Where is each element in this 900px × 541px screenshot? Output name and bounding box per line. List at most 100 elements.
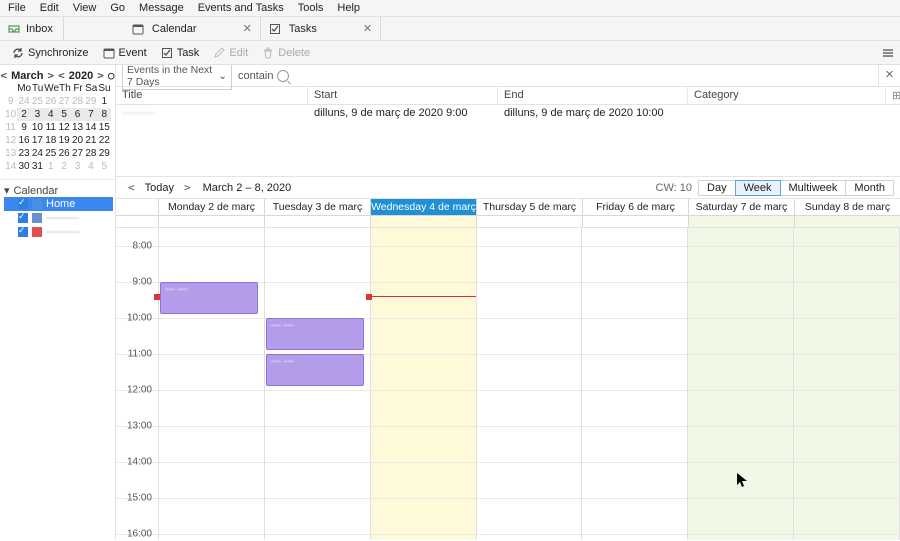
week-grid[interactable]: Monday 2 de marçTuesday 3 de marçWednesd… — [116, 199, 900, 540]
day-header[interactable]: Monday 2 de març — [158, 199, 264, 215]
menu-icon[interactable] — [882, 47, 894, 59]
calendar-event[interactable]: — — — [266, 354, 364, 386]
calendar-list-item[interactable]: ——— — [4, 211, 113, 225]
mini-day[interactable]: 23 — [17, 147, 30, 160]
mini-day[interactable]: 7 — [84, 108, 97, 121]
checkbox-icon[interactable] — [18, 199, 28, 209]
prev-week-button[interactable]: < — [122, 181, 141, 194]
day-column[interactable] — [687, 228, 793, 540]
mini-today-button[interactable]: ○ — [108, 69, 115, 82]
mini-day[interactable]: 26 — [58, 147, 71, 160]
mini-day[interactable]: 22 — [98, 134, 111, 147]
day-header[interactable]: Saturday 7 de març — [688, 199, 794, 215]
calendar-event[interactable]: — — — [160, 282, 258, 314]
mini-week-row[interactable]: 1216171819202122 — [4, 134, 111, 147]
day-header[interactable]: Thursday 5 de març — [476, 199, 582, 215]
allday-cell[interactable] — [476, 216, 582, 227]
mini-day[interactable]: 31 — [31, 160, 44, 173]
allday-cell[interactable] — [370, 216, 476, 227]
event-list[interactable]: ——— dilluns, 9 de març de 2020 9:00 dill… — [116, 105, 900, 177]
mini-day[interactable]: 29 — [84, 95, 97, 108]
checkbox-icon[interactable] — [18, 213, 28, 223]
mini-week-row[interactable]: 119101112131415 — [4, 121, 111, 134]
allday-cell[interactable] — [582, 216, 688, 227]
menu-edit[interactable]: Edit — [40, 2, 59, 14]
day-header[interactable]: Sunday 8 de març — [794, 199, 900, 215]
menu-file[interactable]: File — [8, 2, 26, 14]
col-title[interactable]: Title — [116, 87, 308, 104]
new-task-button[interactable]: Task — [155, 45, 206, 61]
day-column[interactable] — [158, 228, 264, 540]
day-header[interactable]: Wednesday 4 de març — [370, 199, 476, 215]
prev-year-button[interactable]: < — [58, 69, 65, 82]
allday-cell[interactable] — [158, 216, 264, 227]
mini-day[interactable]: 1 — [44, 160, 57, 173]
mini-day[interactable]: 13 — [71, 121, 84, 134]
mini-day[interactable]: 9 — [17, 121, 30, 134]
view-day-button[interactable]: Day — [698, 180, 736, 196]
day-column[interactable] — [370, 228, 476, 540]
filter-range-select[interactable]: Events in the Next 7 Days ⌄ — [122, 65, 232, 90]
mini-week-row[interactable]: 102345678 — [4, 108, 111, 121]
mini-day[interactable]: 19 — [58, 134, 71, 147]
tab-tasks[interactable]: Tasks ✕ — [261, 17, 381, 40]
menu-help[interactable]: Help — [337, 2, 360, 14]
mini-day[interactable]: 12 — [58, 121, 71, 134]
new-event-button[interactable]: Event — [97, 45, 153, 61]
mini-calendar[interactable]: < March > < 2020 > ○ MoTuWeThFrSaSu 9242… — [0, 65, 115, 173]
tab-calendar[interactable]: Calendar ✕ — [124, 17, 261, 40]
col-category[interactable]: Category — [688, 87, 886, 104]
day-column[interactable] — [793, 228, 899, 540]
col-start[interactable]: Start — [308, 87, 498, 104]
mini-day[interactable]: 2 — [58, 160, 71, 173]
calendar-list-item[interactable]: ——— — [4, 225, 113, 239]
mini-day[interactable]: 27 — [71, 147, 84, 160]
mini-week-row[interactable]: 14303112345 — [4, 160, 111, 173]
calendar-list-header[interactable]: ▾ Calendar — [4, 184, 113, 197]
mini-day[interactable]: 11 — [44, 121, 57, 134]
mini-day[interactable]: 28 — [71, 95, 84, 108]
mini-day[interactable]: 27 — [58, 95, 71, 108]
calendar-event[interactable]: — — — [266, 318, 364, 350]
mini-day[interactable]: 24 — [17, 95, 30, 108]
mini-day[interactable]: 1 — [98, 95, 111, 108]
next-month-button[interactable]: > — [48, 69, 55, 82]
close-icon[interactable]: ✕ — [243, 22, 252, 35]
mini-day[interactable]: 26 — [44, 95, 57, 108]
mini-day[interactable]: 18 — [44, 134, 57, 147]
mini-week-row[interactable]: 92425262728291 — [4, 95, 111, 108]
today-button[interactable]: Today — [141, 182, 178, 194]
mini-day[interactable]: 4 — [84, 160, 97, 173]
allday-cell[interactable] — [688, 216, 794, 227]
day-header[interactable]: Friday 6 de març — [582, 199, 688, 215]
mini-day[interactable]: 24 — [31, 147, 44, 160]
mini-day[interactable]: 21 — [84, 134, 97, 147]
mini-day[interactable]: 6 — [71, 108, 84, 121]
menu-view[interactable]: View — [73, 2, 97, 14]
mini-day[interactable]: 10 — [31, 121, 44, 134]
col-end[interactable]: End — [498, 87, 688, 104]
prev-month-button[interactable]: < — [1, 69, 8, 82]
view-month-button[interactable]: Month — [845, 180, 894, 196]
calendar-list-item[interactable]: Home — [4, 197, 113, 211]
mini-day[interactable]: 25 — [44, 147, 57, 160]
mini-day[interactable]: 25 — [31, 95, 44, 108]
next-week-button[interactable]: > — [178, 181, 197, 194]
menu-message[interactable]: Message — [139, 2, 184, 14]
mini-day[interactable]: 3 — [71, 160, 84, 173]
mini-day[interactable]: 15 — [98, 121, 111, 134]
day-column[interactable] — [581, 228, 687, 540]
view-multiweek-button[interactable]: Multiweek — [780, 180, 847, 196]
day-column[interactable] — [476, 228, 582, 540]
filter-contain[interactable]: contain — [232, 70, 878, 82]
menu-events[interactable]: Events and Tasks — [198, 2, 284, 14]
mini-day[interactable]: 28 — [84, 147, 97, 160]
mini-day[interactable]: 2 — [17, 108, 30, 121]
filter-close-button[interactable]: ✕ — [878, 65, 900, 86]
allday-cell[interactable] — [794, 216, 900, 227]
mini-day[interactable]: 4 — [44, 108, 57, 121]
mini-day[interactable]: 20 — [71, 134, 84, 147]
mini-day[interactable]: 3 — [31, 108, 44, 121]
mini-day[interactable]: 5 — [58, 108, 71, 121]
view-week-button[interactable]: Week — [735, 180, 781, 196]
